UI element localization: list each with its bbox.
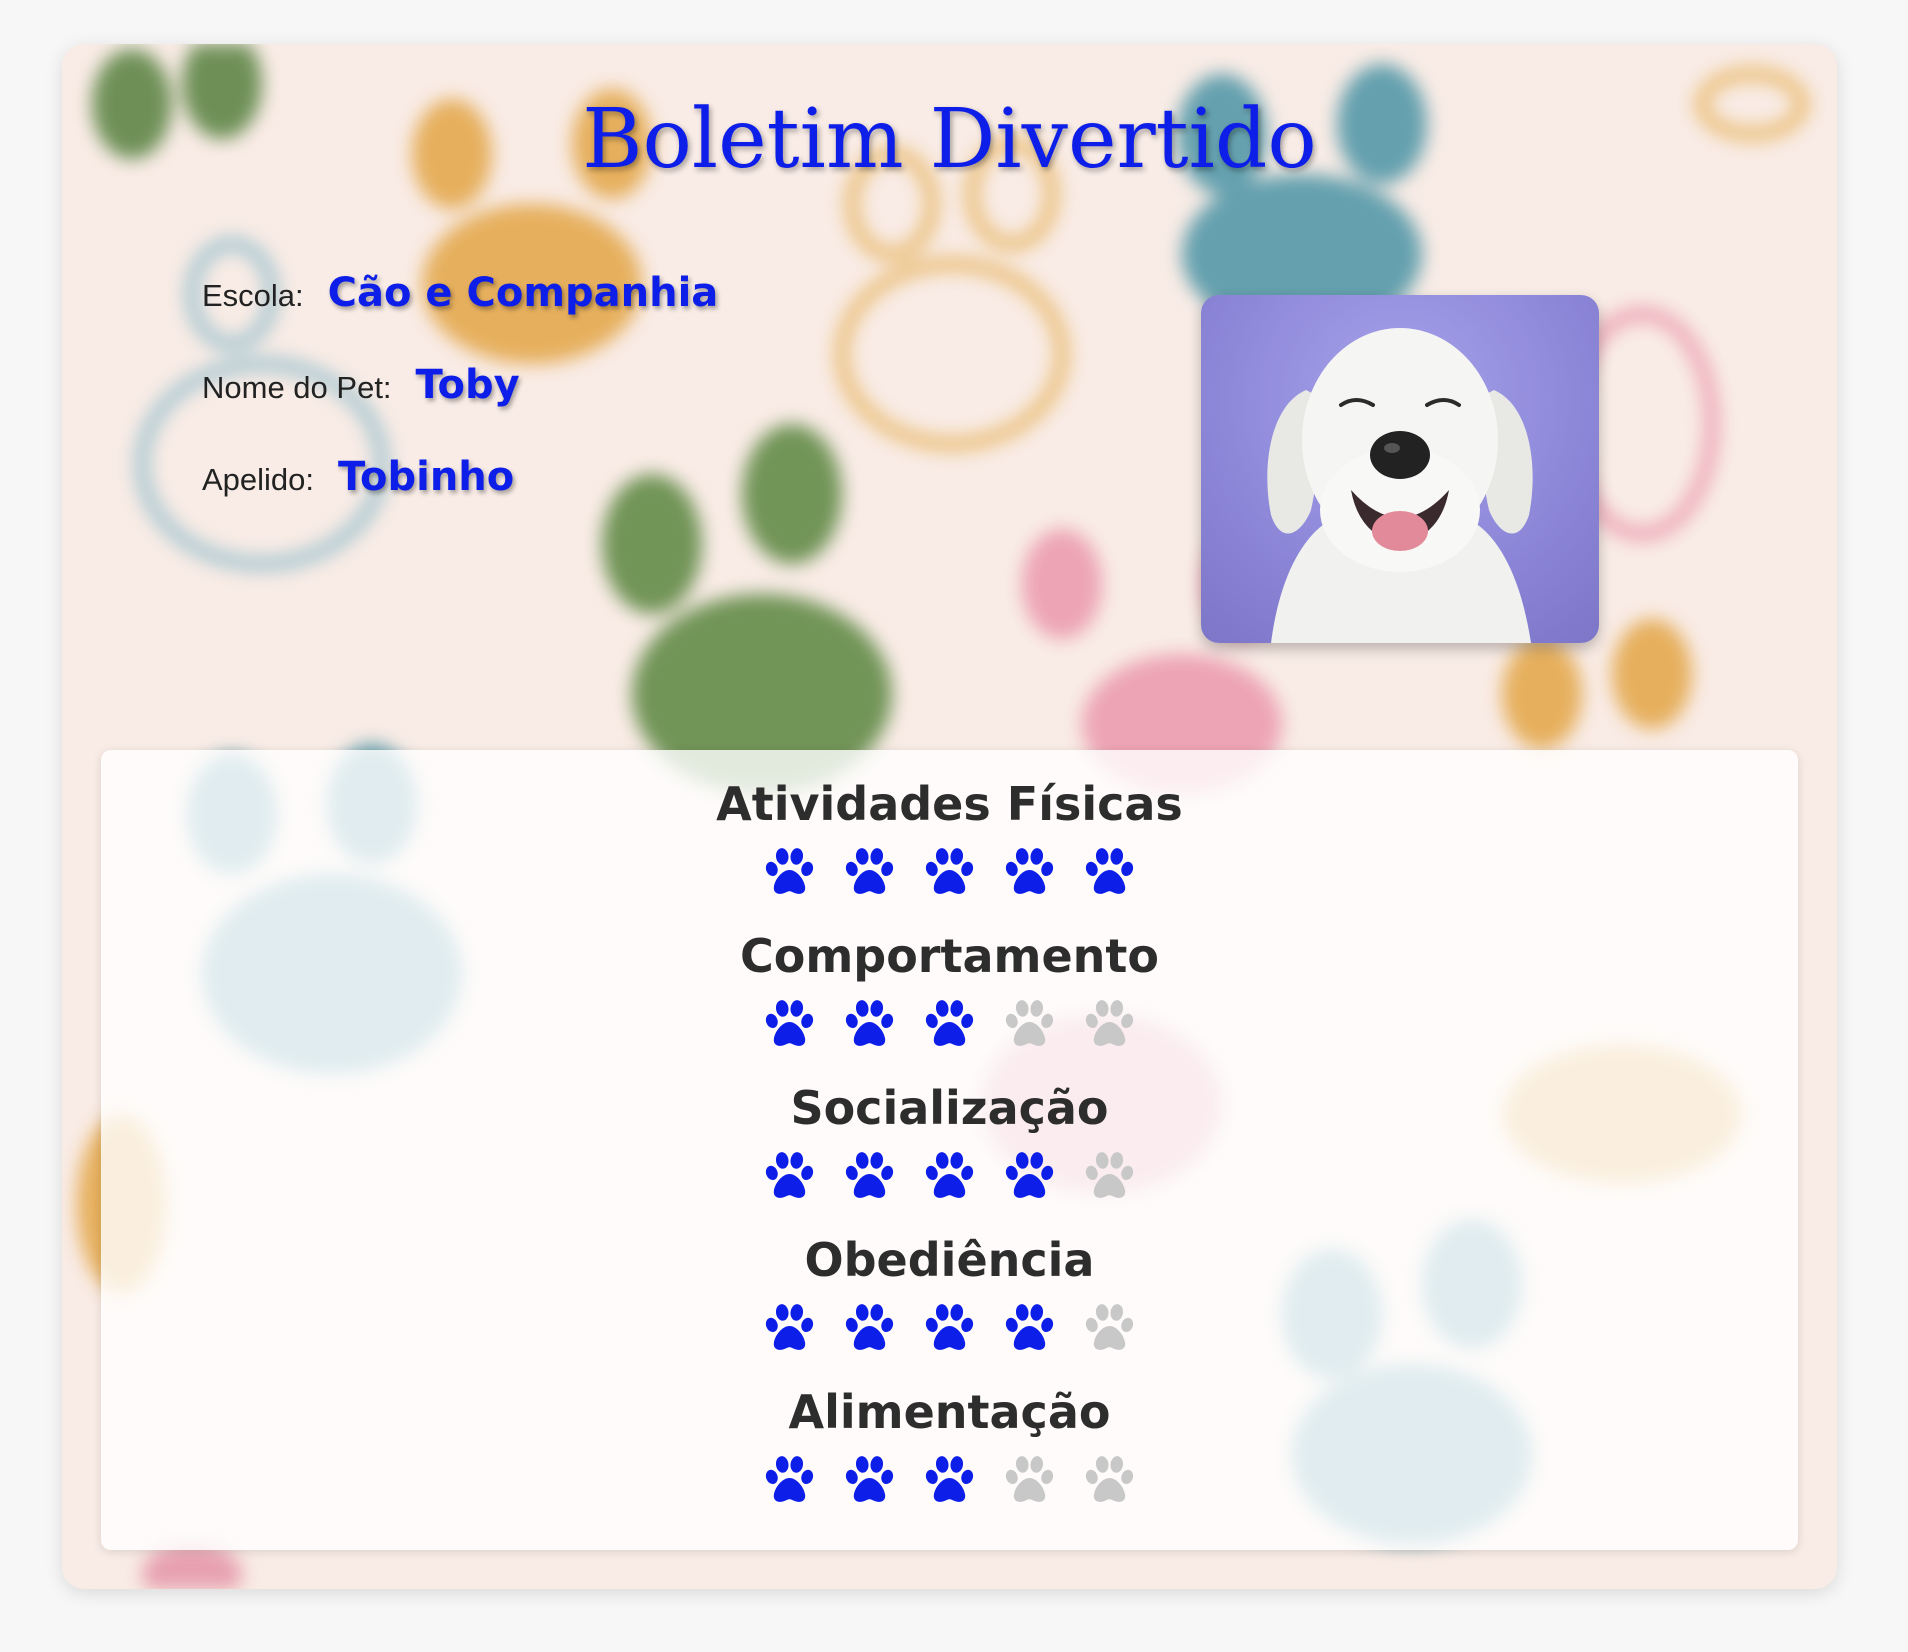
paw-icon-filled — [925, 1152, 974, 1198]
nickname-label: Apelido: — [202, 462, 315, 497]
paw-rating — [101, 997, 1798, 1049]
paw-icon-filled — [1005, 1152, 1054, 1198]
category-comportamento: Comportamento — [101, 927, 1798, 1049]
category-name: Socialização — [790, 1081, 1109, 1135]
paw-icon-filled — [925, 1456, 974, 1502]
paw-icon-empty — [1085, 1152, 1134, 1198]
category-obediencia: Obediência — [101, 1231, 1798, 1353]
paw-icon-empty — [1085, 1304, 1134, 1350]
category-name: Obediência — [804, 1233, 1095, 1287]
paw-icon-filled — [845, 848, 894, 894]
category-name: Alimentação — [788, 1385, 1111, 1439]
paw-icon-filled — [765, 1000, 814, 1046]
paw-icon-filled — [765, 848, 814, 894]
paw-icon-filled — [1085, 848, 1134, 894]
pet-photo — [1201, 295, 1599, 643]
paw-icon-filled — [765, 1152, 814, 1198]
page-title: Boletim Divertido — [582, 92, 1317, 187]
report-card: Boletim Divertido Escola: Cão e Companhi… — [62, 44, 1837, 1589]
paw-rating — [101, 1453, 1798, 1505]
paw-icon-empty — [1005, 1456, 1054, 1502]
paw-icon-empty — [1085, 1456, 1134, 1502]
paw-icon-filled — [765, 1456, 814, 1502]
pet-name-row: Nome do Pet: Toby — [202, 362, 520, 408]
paw-icon-filled — [1005, 848, 1054, 894]
school-label: Escola: — [202, 278, 304, 313]
pet-name-label: Nome do Pet: — [202, 370, 392, 405]
category-atividades: Atividades Físicas — [101, 775, 1798, 897]
category-alimentacao: Alimentação — [101, 1383, 1798, 1505]
paw-rating — [101, 845, 1798, 897]
school-row: Escola: Cão e Companhia — [202, 270, 718, 316]
pet-name-value: Toby — [415, 362, 520, 408]
paw-rating — [101, 1301, 1798, 1353]
category-name: Atividades Físicas — [716, 777, 1183, 831]
paw-icon-filled — [1005, 1304, 1054, 1350]
paw-icon-filled — [925, 1304, 974, 1350]
paw-icon-filled — [765, 1304, 814, 1350]
ratings-panel: Atividades Físicas Comportamento Sociali… — [101, 750, 1798, 1550]
paw-icon-filled — [845, 1304, 894, 1350]
nickname-value: Tobinho — [338, 454, 515, 500]
paw-icon-empty — [1005, 1000, 1054, 1046]
paw-icon-filled — [925, 848, 974, 894]
paw-rating — [101, 1149, 1798, 1201]
school-value: Cão e Companhia — [327, 270, 719, 316]
paw-icon-filled — [845, 1000, 894, 1046]
paw-icon-filled — [925, 1000, 974, 1046]
nickname-row: Apelido: Tobinho — [202, 454, 514, 500]
paw-icon-filled — [845, 1456, 894, 1502]
category-name: Comportamento — [739, 929, 1159, 983]
paw-icon-filled — [845, 1152, 894, 1198]
dog-image — [1267, 328, 1533, 643]
paw-icon-empty — [1085, 1000, 1134, 1046]
category-socializacao: Socialização — [101, 1079, 1798, 1201]
